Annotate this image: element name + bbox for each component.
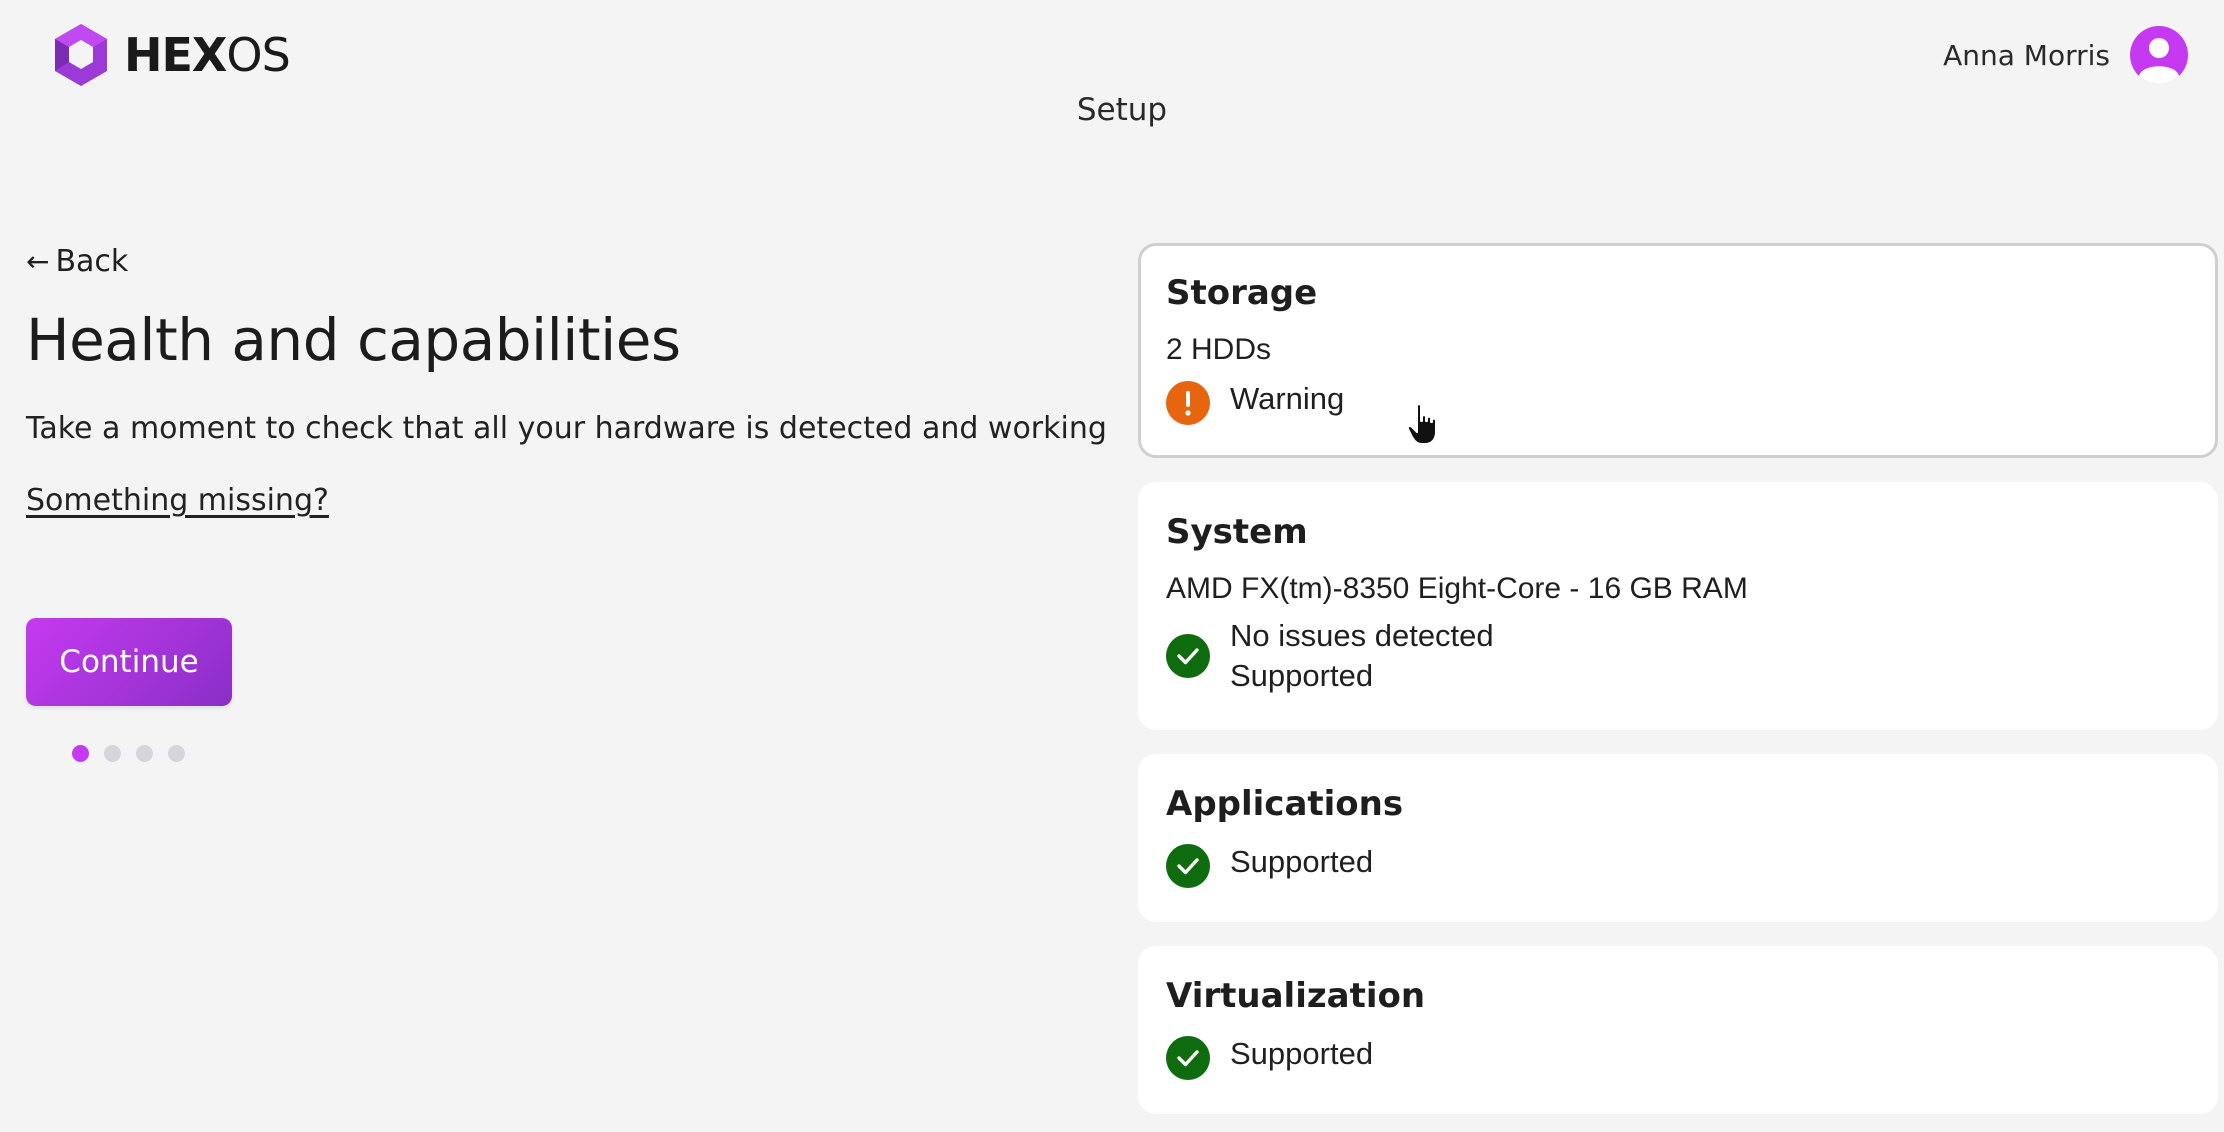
card-title: Storage <box>1166 273 1318 313</box>
check-icon <box>1166 844 1210 888</box>
progress-dot-2 <box>104 745 121 762</box>
card-title: Virtualization <box>1166 976 1426 1016</box>
status-row: No issues detected Supported <box>1166 616 2218 696</box>
card-title: System <box>1166 512 1308 552</box>
applications-card[interactable]: Applications Supported <box>1138 754 2218 922</box>
status-row: Supported <box>1166 1034 2218 1080</box>
user-menu[interactable]: Anna Morris <box>1943 26 2188 84</box>
virtualization-card[interactable]: Virtualization Supported <box>1138 946 2218 1114</box>
page-description: Take a moment to check that all your har… <box>26 411 1107 446</box>
card-subtitle: AMD FX(tm)-8350 Eight-Core - 16 GB RAM <box>1166 572 1748 605</box>
progress-dot-3 <box>136 745 153 762</box>
logo-wordmark: HEXOS <box>124 32 291 78</box>
status-row: Warning <box>1166 379 2215 425</box>
status-text: No issues detected <box>1230 618 1494 653</box>
back-label: Back <box>55 244 129 279</box>
system-card[interactable]: System AMD FX(tm)-8350 Eight-Core - 16 G… <box>1138 482 2218 730</box>
arrow-left-icon: ← <box>26 245 50 278</box>
back-link[interactable]: ← Back <box>26 244 128 279</box>
warning-icon <box>1166 381 1210 425</box>
card-subtitle: 2 HDDs <box>1166 333 1272 366</box>
check-icon <box>1166 1036 1210 1080</box>
progress-dot-4 <box>168 745 185 762</box>
status-text: Supported <box>1230 844 1374 879</box>
check-icon <box>1166 634 1210 678</box>
hexagon-logo-icon <box>55 24 107 86</box>
status-text: Supported <box>1230 658 1374 693</box>
status-text: Warning <box>1230 381 1345 416</box>
status-text: Supported <box>1230 1036 1374 1071</box>
something-missing-link[interactable]: Something missing? <box>26 483 329 518</box>
hand-pointer-cursor-icon <box>1406 403 1437 445</box>
progress-dots <box>72 745 185 762</box>
avatar[interactable] <box>2130 26 2188 84</box>
logo-os-text: OS <box>226 28 290 82</box>
logo-hex-text: HEX <box>124 28 227 82</box>
user-name: Anna Morris <box>1943 38 2110 72</box>
hexos-logo[interactable]: HEXOS <box>52 22 291 88</box>
card-title: Applications <box>1166 784 1404 824</box>
storage-card[interactable]: Storage 2 HDDs Warning <box>1138 243 2218 458</box>
step-title: Setup <box>1076 92 1168 128</box>
setup-page: HEXOS Setup Anna Morris ← Back Health an… <box>0 0 2224 1132</box>
status-row: Supported <box>1166 842 2218 888</box>
user-avatar-icon <box>2139 38 2179 84</box>
continue-button[interactable]: Continue <box>26 618 232 706</box>
progress-dot-1 <box>72 745 89 762</box>
page-title: Health and capabilities <box>26 306 681 374</box>
